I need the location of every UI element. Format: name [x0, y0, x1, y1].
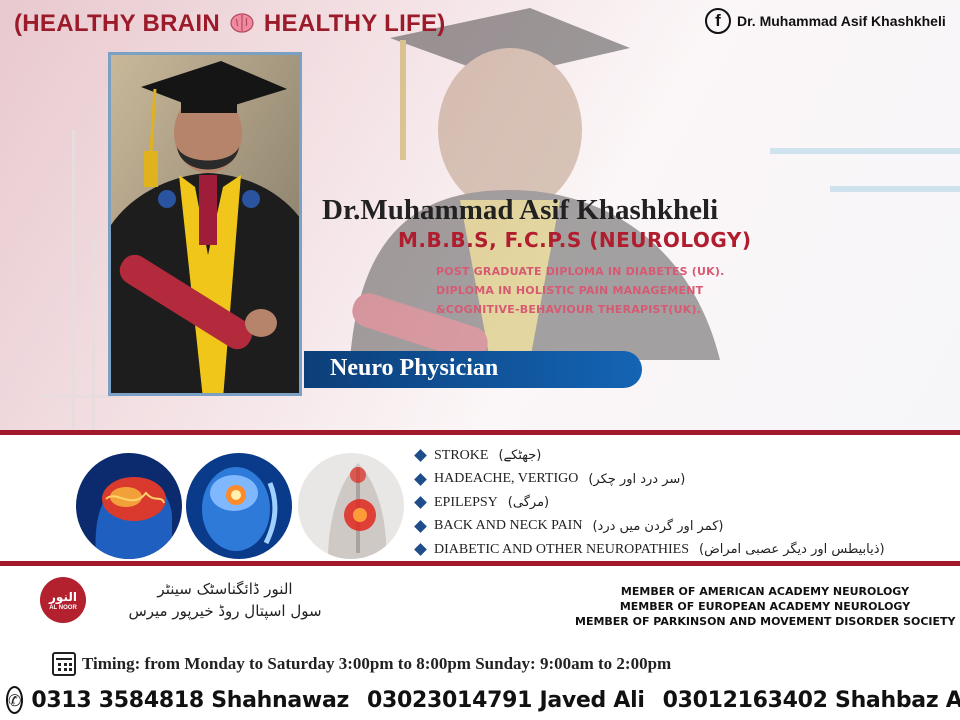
contact-number[interactable]: 03023014791 Javed Ali: [367, 688, 645, 713]
conditions-list: STROKE (جھٹکے) HADEACHE, VERTIGO (سر درد…: [414, 444, 885, 562]
bullet-icon: [414, 449, 427, 463]
divider-bottom: [0, 561, 960, 566]
condition-item: HADEACHE, VERTIGO (سر درد اور چکر): [414, 468, 885, 492]
membership-line: MEMBER OF EUROPEAN ACADEMY NEUROLOGY: [619, 600, 911, 613]
brain-illustration: [76, 453, 182, 559]
role-banner: Neuro Physician: [304, 351, 642, 388]
condition-ur: (کمر اور گردن میں درد): [592, 518, 724, 534]
condition-en: HADEACHE, VERTIGO: [434, 471, 579, 487]
contact-number[interactable]: 03012163402 Shahbaz Ali: [663, 688, 960, 713]
condition-item: DIABETIC AND OTHER NEUROPATHIES (ذیابیطس…: [414, 538, 885, 562]
headache-illustration: [186, 453, 292, 559]
bullet-icon: [414, 496, 427, 510]
condition-en: DIABETIC AND OTHER NEUROPATHIES: [434, 541, 689, 557]
condition-ur: (سر درد اور چکر): [588, 471, 686, 487]
condition-ur: (جھٹکے): [498, 448, 542, 464]
bullet-icon: [414, 543, 427, 557]
memberships: MEMBER OF AMERICAN ACADEMY NEUROLOGY MEM…: [575, 584, 956, 629]
brain-icon: [230, 13, 254, 33]
doctor-photo: [108, 52, 302, 396]
calendar-icon: [52, 652, 76, 676]
clinic-location: سول اسپتال روڈ خیرپور میرس: [128, 602, 322, 620]
facebook-icon: f: [705, 8, 731, 34]
membership-line: MEMBER OF AMERICAN ACADEMY NEUROLOGY: [620, 585, 910, 598]
clinic-logo: النور AL NOOR: [40, 577, 86, 623]
clinic-address: النور ڈائگناسٹک سینٹر سول اسپتال روڈ خیر…: [120, 578, 330, 622]
diploma-line: DIPLOMA IN HOLISTIC PAIN MANAGEMENT: [436, 284, 704, 297]
divider-top: [0, 430, 960, 435]
bullet-icon: [414, 519, 427, 533]
condition-item: EPILEPSY (مرگی): [414, 491, 885, 515]
timing-text: Timing: from Monday to Saturday 3:00pm t…: [82, 654, 672, 673]
doctor-name: Dr.Muhammad Asif Khashkheli: [322, 194, 719, 226]
condition-ur: (مرگی): [507, 495, 550, 511]
tagline-right: HEALTHY LIFE): [263, 10, 446, 37]
contact-number[interactable]: 0313 3584818 Shahnawaz: [31, 688, 349, 713]
clinic-name: النور ڈائگناسٹک سینٹر: [157, 580, 293, 598]
doctor-portrait: [111, 55, 299, 393]
tagline-left: (HEALTHY BRAIN: [14, 10, 220, 37]
back-pain-illustration: [298, 453, 404, 559]
tagline: (HEALTHY BRAIN HEALTHY LIFE): [14, 10, 446, 38]
condition-ur: (ذیابیطس اور دیگر عصبی امراض): [699, 542, 885, 558]
bullet-icon: [414, 472, 427, 486]
logo-english: AL NOOR: [49, 604, 77, 611]
contact-row: ✆ 0313 3584818 Shahnawaz 03023014791 Jav…: [0, 680, 960, 720]
timing-row: Timing: from Monday to Saturday 3:00pm t…: [52, 652, 671, 676]
condition-item: BACK AND NECK PAIN (کمر اور گردن میں درد…: [414, 515, 885, 539]
diploma-list: POST GRADUATE DIPLOMA IN DIABETES (UK). …: [436, 262, 724, 319]
condition-en: EPILEPSY: [434, 494, 498, 510]
facebook-link[interactable]: f Dr. Muhammad Asif Khashkheli: [705, 8, 946, 34]
phone-icon: ✆: [6, 686, 24, 714]
logo-urdu: النور: [49, 589, 77, 604]
diploma-line: POST GRADUATE DIPLOMA IN DIABETES (UK).: [436, 265, 725, 278]
membership-line: MEMBER OF PARKINSON AND MOVEMENT DISORDE…: [575, 615, 956, 628]
diploma-line: &COGNITIVE-BEHAVIOUR THERAPIST(UK).: [436, 303, 702, 316]
facebook-name: Dr. Muhammad Asif Khashkheli: [737, 13, 946, 29]
doctor-degree: M.B.B.S, F.C.P.S (NEUROLOGY): [398, 228, 752, 252]
condition-en: BACK AND NECK PAIN: [434, 518, 583, 534]
condition-item: STROKE (جھٹکے): [414, 444, 885, 468]
condition-en: STROKE: [434, 447, 489, 463]
